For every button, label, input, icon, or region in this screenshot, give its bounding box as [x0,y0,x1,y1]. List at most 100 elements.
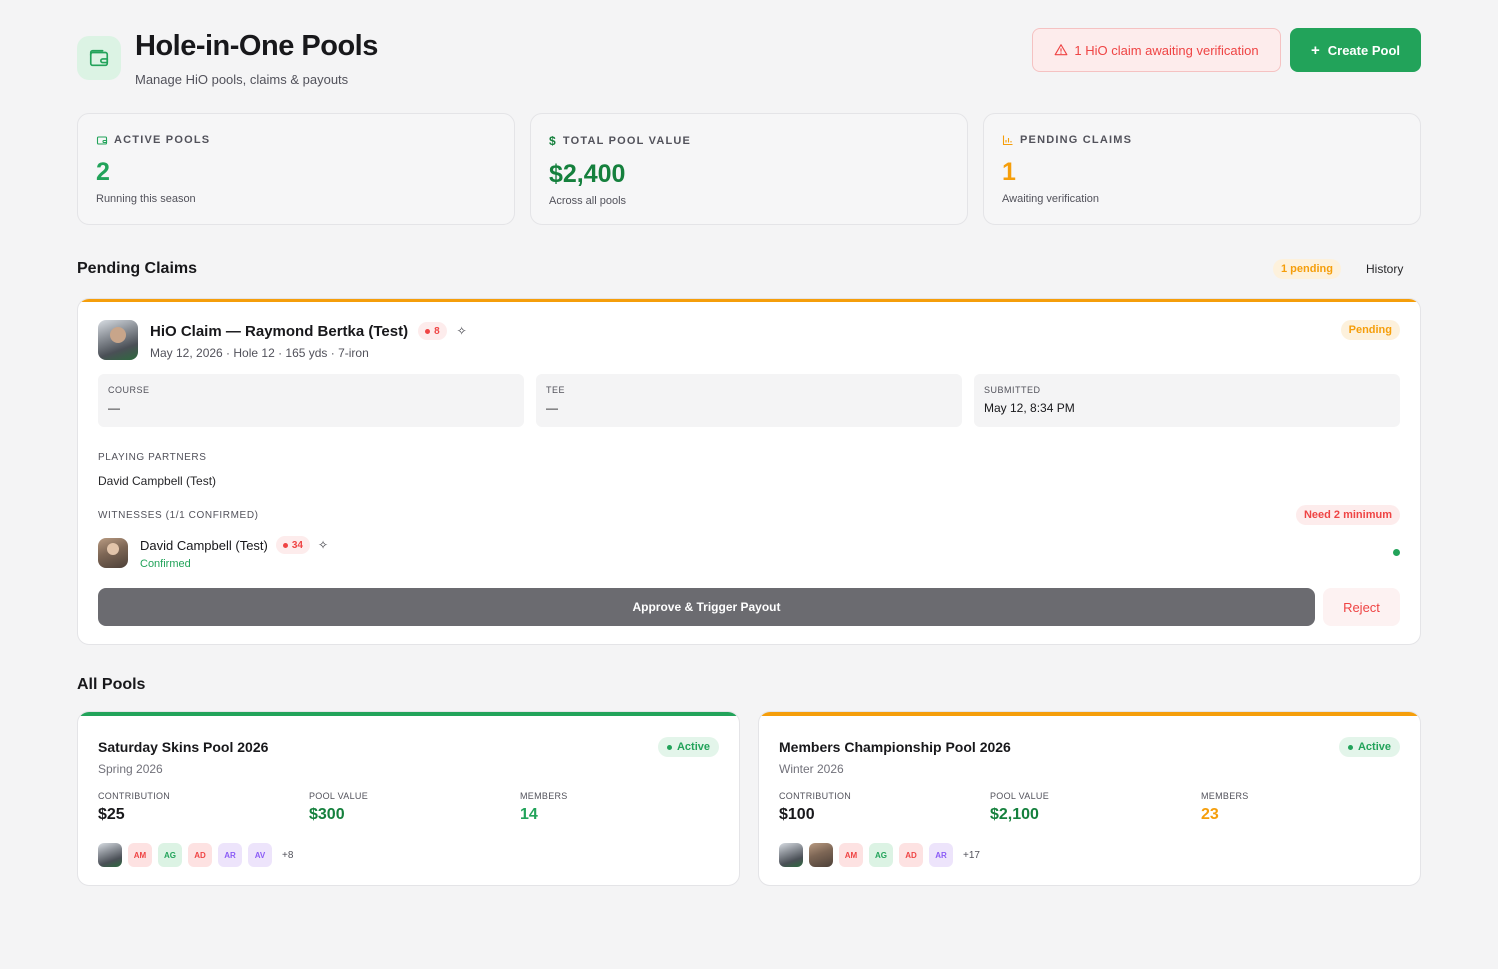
dollar-icon: $ [549,134,557,148]
claim-meta: May 12, 2026 · Hole 12 · 165 yds · 7-iro… [150,346,369,360]
info-value: — [546,401,558,415]
need-minimum-badge: Need 2 minimum [1295,505,1400,525]
stat-label: POOL VALUE [309,791,369,801]
tee-info-box: TEE — [536,374,962,427]
stat-value: $25 [98,806,125,823]
avatar [98,843,122,867]
stat-value: $2,400 [549,160,626,188]
stat-card-active-pools: ACTIVE POOLS 2 Running this season [77,113,515,225]
all-pools-heading: All Pools [77,676,146,693]
stat-value: 23 [1201,806,1219,823]
page-header: Hole-in-One Pools Manage HiO pools, clai… [77,28,1421,92]
avatar: AD [899,843,923,867]
plus-icon: + [1310,41,1320,59]
status-text: Active [676,741,710,753]
stat-caption: Running this season [96,193,196,205]
info-label: COURSE [108,385,150,395]
stat-value: $100 [779,806,815,823]
alert-text: 1 HiO claim awaiting verification [1074,42,1259,58]
pool-name: Saturday Skins Pool 2026 [98,739,269,755]
claim-card: HiO Claim — Raymond Bertka (Test) 8 ✧ Ma… [77,298,1421,645]
witness-status: Confirmed [140,558,191,570]
more-members-count: +8 [282,849,294,861]
avatar: AM [839,843,863,867]
stat-label: MEMBERS [1201,791,1249,801]
approve-payout-button[interactable]: Approve & Trigger Payout [98,588,1315,626]
handicap-value: 34 [291,539,303,551]
avatar: AG [158,843,182,867]
history-button[interactable]: History [1358,258,1411,280]
info-value: May 12, 8:34 PM [984,401,1075,415]
pool-value-stat: POOL VALUE $2,100 [990,791,1049,824]
red-dot-icon [282,542,288,548]
claim-status-bar [78,299,1420,302]
page-title: Hole-in-One Pools [135,30,378,62]
witness-avatar [98,538,128,568]
info-label: TEE [546,385,566,395]
status-badge: Active [1338,737,1400,757]
stat-label: ACTIVE POOLS [114,134,211,146]
confirmed-dot-icon [1393,549,1400,556]
witnesses-label: WITNESSES (1/1 CONFIRMED) [98,510,259,521]
stat-label: POOL VALUE [990,791,1050,801]
witness-name: David Campbell (Test) [140,537,268,553]
member-avatars: AM AG AD AR AV +8 [98,843,293,867]
stat-value: $2,100 [990,806,1039,823]
pool-season: Spring 2026 [98,762,163,776]
pool-season: Winter 2026 [779,762,844,776]
bar-chart-icon [1002,135,1013,146]
claim-title-row: HiO Claim — Raymond Bertka (Test) 8 ✧ [150,322,467,340]
stat-label: MEMBERS [520,791,568,801]
avatar [809,843,833,867]
status-dot-icon [1347,744,1353,750]
create-pool-label: Create Pool [1327,42,1400,58]
stat-card-total-pool-value: $ TOTAL POOL VALUE $2,400 Across all poo… [530,113,968,225]
create-pool-button[interactable]: + Create Pool [1290,28,1421,72]
sparkle-icon[interactable]: ✧ [318,538,328,552]
pool-color-bar [78,712,739,716]
stat-label: CONTRIBUTION [779,791,852,801]
pending-count-badge: 1 pending [1273,259,1341,279]
stat-label: PENDING CLAIMS [1020,134,1133,146]
pool-value-stat: POOL VALUE $300 [309,791,368,824]
handicap-chip: 34 [275,536,310,554]
more-members-count: +17 [963,849,980,861]
stat-card-pending-claims: PENDING CLAIMS 1 Awaiting verification [983,113,1421,225]
avatar [779,843,803,867]
pool-color-bar [759,712,1420,716]
witness-row: David Campbell (Test) 34 ✧ [140,536,328,554]
pending-claims-heading: Pending Claims [77,260,198,277]
info-value: — [108,401,120,415]
pool-name: Members Championship Pool 2026 [779,739,1011,755]
avatar: AV [248,843,272,867]
handicap-chip: 8 [418,322,447,340]
course-info-box: COURSE — [98,374,524,427]
sparkle-icon[interactable]: ✧ [457,324,467,338]
wallet-icon [96,136,108,145]
stat-value: 1 [1002,158,1016,186]
submitted-info-box: SUBMITTED May 12, 8:34 PM [974,374,1400,427]
reject-button[interactable]: Reject [1323,588,1400,626]
stat-value: 14 [520,806,538,823]
claim-alert-banner[interactable]: 1 HiO claim awaiting verification [1032,28,1281,72]
red-dot-icon [425,328,431,334]
pool-card[interactable]: Saturday Skins Pool 2026 Spring 2026 Act… [77,711,740,886]
avatar: AM [128,843,152,867]
warning-triangle-icon [1054,44,1068,56]
pool-card[interactable]: Members Championship Pool 2026 Winter 20… [758,711,1421,886]
page-subtitle: Manage HiO pools, claims & payouts [135,72,349,87]
stat-caption: Awaiting verification [1002,193,1100,205]
members-stat: MEMBERS 23 [1201,791,1249,824]
stat-value: 2 [96,158,110,186]
avatar [98,320,138,360]
claim-title: HiO Claim — Raymond Bertka (Test) [150,322,409,340]
avatar: AR [929,843,953,867]
status-badge: Active [657,737,719,757]
avatar: AR [218,843,242,867]
avatar: AD [188,843,212,867]
status-text: Active [1357,741,1391,753]
playing-partner-name: David Campbell (Test) [98,474,217,488]
stat-caption: Across all pools [549,195,627,207]
member-avatars: AM AG AD AR +17 [779,843,980,867]
contribution-stat: CONTRIBUTION $100 [779,791,851,824]
